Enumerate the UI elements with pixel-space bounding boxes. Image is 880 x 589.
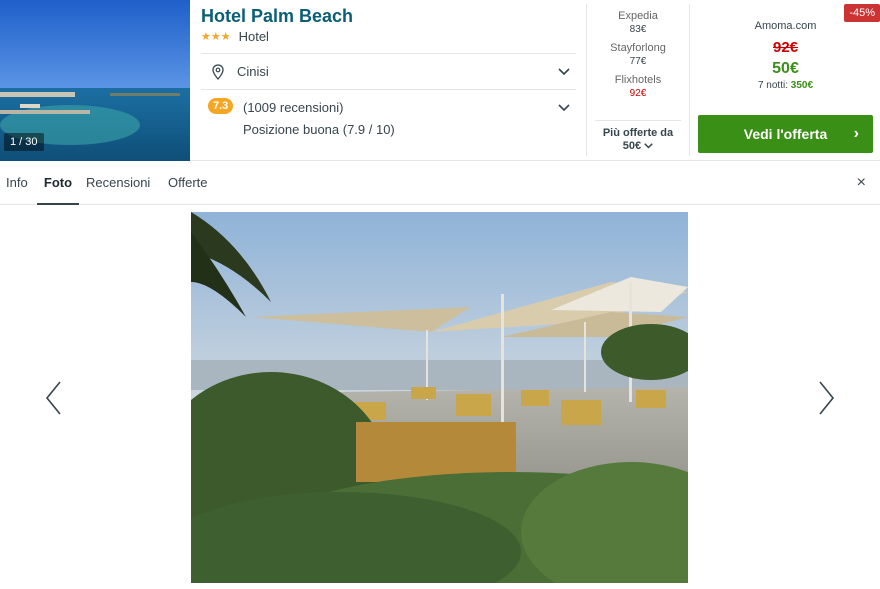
- rating-badge: 7.3: [208, 98, 234, 114]
- previous-photo-arrow-icon[interactable]: [44, 380, 64, 416]
- offers-list: Expedia 83€ Stayforlong 77€ Flixhotels 9…: [586, 4, 690, 156]
- nights-price: 350€: [790, 80, 814, 91]
- hotel-category: Hotel: [238, 29, 269, 44]
- detail-tabs: Info Foto Recensioni Offerte ×: [0, 162, 880, 205]
- chevron-down-icon: [644, 143, 653, 149]
- tab-offers[interactable]: Offerte: [165, 162, 211, 205]
- star-rating-icon: ★★★: [201, 31, 231, 43]
- location-row[interactable]: Cinisi: [201, 54, 576, 89]
- hotel-card: 1 / 30 Hotel Palm Beach ★★★ Hotel Cinisi…: [0, 0, 880, 161]
- gallery-main-photo: [191, 212, 688, 583]
- offer-item[interactable]: Expedia 83€: [587, 10, 689, 36]
- offer-provider: Flixhotels: [614, 74, 662, 86]
- terrace-photo: [191, 212, 688, 583]
- view-offer-button[interactable]: Vedi l'offerta ›: [698, 115, 873, 153]
- nights-label: 7 notti:: [757, 80, 788, 91]
- best-offer: -45% Amoma.com 92€ 50€ 7 notti: 350€ Ved…: [691, 0, 880, 161]
- tab-info[interactable]: Info: [3, 162, 31, 205]
- chevron-down-icon[interactable]: [558, 104, 570, 112]
- location-text: Cinisi: [237, 64, 269, 79]
- best-offer-provider: Amoma.com: [754, 20, 817, 32]
- close-icon[interactable]: ×: [857, 174, 866, 192]
- nights-total: 7 notti: 350€: [691, 80, 880, 91]
- old-price: 92€: [772, 39, 799, 56]
- chevron-down-icon[interactable]: [558, 68, 570, 76]
- more-offers-price: 50€: [622, 140, 642, 152]
- reviews-count: (1009 recensioni): [243, 100, 344, 115]
- rating-row[interactable]: 7.3 (1009 recensioni) Posizione buona (7…: [201, 90, 576, 150]
- offer-price: 92€: [629, 88, 647, 99]
- tab-photos[interactable]: Foto: [37, 162, 79, 205]
- offer-price: 83€: [629, 24, 647, 35]
- offer-item[interactable]: Flixhotels 92€: [587, 74, 689, 100]
- more-offers-label: Più offerte da: [602, 127, 674, 139]
- offer-provider: Stayforlong: [610, 42, 666, 54]
- location-pin-icon: [212, 63, 224, 80]
- next-photo-arrow-icon[interactable]: [816, 380, 836, 416]
- more-offers-button[interactable]: Più offerte da 50€: [595, 120, 681, 153]
- hotel-info: Hotel Palm Beach ★★★ Hotel Cinisi 7.3 (1…: [190, 0, 586, 161]
- new-price: 50€: [772, 60, 799, 77]
- offer-item[interactable]: Stayforlong 77€: [587, 42, 689, 68]
- view-offer-label: Vedi l'offerta: [743, 126, 828, 142]
- offer-provider: Expedia: [618, 10, 658, 22]
- position-rating: Posizione buona (7.9 / 10): [243, 122, 395, 137]
- chevron-right-icon: ›: [853, 125, 859, 142]
- offer-price: 77€: [629, 56, 647, 67]
- photo-counter: 1 / 30: [4, 133, 44, 151]
- tab-reviews[interactable]: Recensioni: [83, 162, 153, 205]
- hotel-thumbnail[interactable]: 1 / 30: [0, 0, 190, 161]
- hotel-name[interactable]: Hotel Palm Beach: [201, 6, 353, 27]
- hotel-category-row: ★★★ Hotel: [201, 29, 269, 44]
